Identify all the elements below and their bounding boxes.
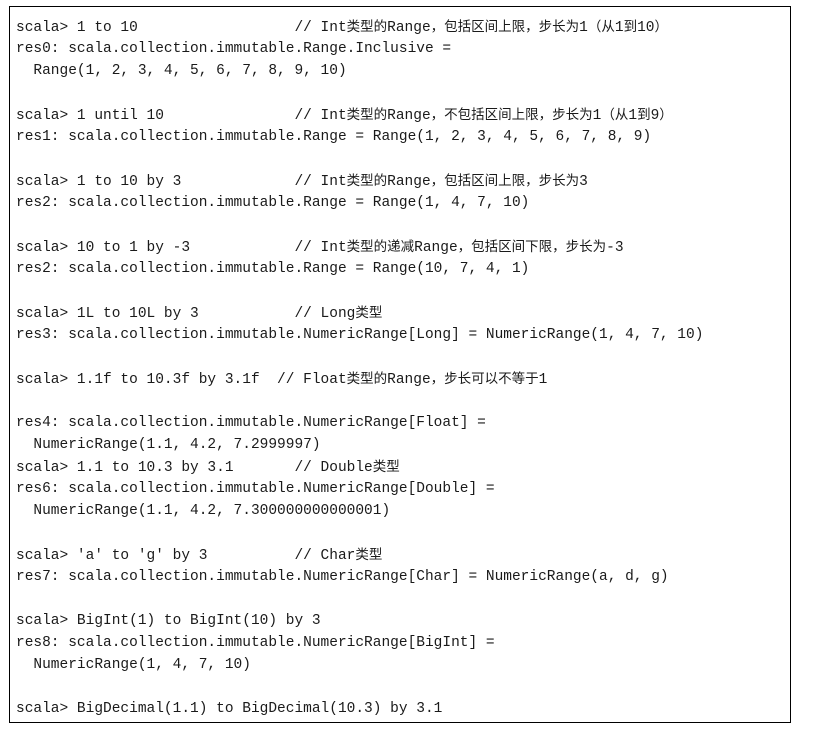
code-text: 1 (579, 20, 588, 36)
comment-text-cjk: 类型 (372, 459, 400, 475)
code-text: res8: scala.collection.immutable.Numeric… (16, 635, 495, 651)
console-text-area[interactable]: scala> 1 to 10 // Int类型的Range，包括区间上限，步长为… (10, 7, 790, 722)
console-input-line: scala> 1L to 10L by 3 // Long类型 (16, 302, 790, 324)
comment-text-cjk: 类型的递减 (346, 239, 415, 255)
code-text: scala> 'a' to 'g' by 3 // Char (16, 548, 356, 564)
code-text: scala> 1 until 10 // Int (16, 108, 347, 124)
code-text: scala> 1.1 to 10.3 by 3.1 // Double (16, 460, 373, 476)
code-text: Range (387, 174, 431, 190)
console-output-line: res1: scala.collection.immutable.Range =… (16, 126, 790, 148)
code-text: Range(1, 2, 3, 4, 5, 6, 7, 8, 9, 10) (16, 63, 347, 79)
code-text: res6: scala.collection.immutable.Numeric… (16, 481, 495, 497)
code-text: res2: scala.collection.immutable.Range =… (16, 261, 530, 277)
console-input-line: scala> 10 to 1 by -3 // Int类型的递减Range，包括… (16, 236, 790, 258)
console-input-line: scala> 1.1f to 10.3f by 3.1f // Float类型的… (16, 368, 790, 390)
console-output-line: res2: scala.collection.immutable.Range =… (16, 192, 790, 214)
code-text: 1 (538, 372, 548, 388)
code-text: scala> 1.1f to 10.3f by 3.1f // Float (16, 372, 347, 388)
code-text: res3: scala.collection.immutable.Numeric… (16, 327, 704, 343)
code-text: 1 (628, 108, 638, 124)
comment-text-cjk: 类型的 (346, 107, 388, 123)
code-text: NumericRange(1.1, 4.2, 7.2999997) (16, 437, 321, 453)
comment-text-cjk: ） (654, 19, 668, 35)
console-output-line: res6: scala.collection.immutable.Numeric… (16, 478, 790, 500)
console-input-line: scala> 'a' to 'g' by 3 // Char类型 (16, 544, 790, 566)
code-text: scala> 10 to 1 by -3 // Int (16, 240, 347, 256)
comment-text-cjk: 类型的 (346, 371, 388, 387)
comment-text-cjk: 类型的 (346, 173, 388, 189)
console-input-line: scala> 1 until 10 // Int类型的Range，不包括区间上限… (16, 104, 790, 126)
code-text: 3 (579, 174, 588, 190)
comment-text-cjk: 类型 (355, 305, 383, 321)
code-text: scala> BigDecimal(1.1) to BigDecimal(10.… (16, 701, 443, 717)
comment-text-cjk: 到 (623, 19, 638, 35)
code-text: res4: scala.collection.immutable.Numeric… (16, 415, 486, 431)
code-text: res2: scala.collection.immutable.Range =… (16, 195, 530, 211)
console-output-line: res4: scala.collection.immutable.Numeric… (16, 412, 790, 434)
console-output-line: NumericRange(1.1, 4.2, 7.2999997) (16, 434, 790, 456)
code-text: Range (387, 108, 431, 124)
code-text: scala> 1 to 10 // Int (16, 20, 347, 36)
console-output-line: res9: scala.collection.immutable.Numeric… (16, 720, 790, 722)
code-text: -3 (606, 240, 624, 256)
comment-text-cjk: （从 (587, 19, 615, 35)
code-text: res1: scala.collection.immutable.Range =… (16, 129, 652, 145)
code-text: Range (387, 372, 431, 388)
comment-text-cjk: 类型 (355, 547, 383, 563)
console-input-line: scala> 1 to 10 by 3 // Int类型的Range，包括区间上… (16, 170, 790, 192)
code-text: res0: scala.collection.immutable.Range.I… (16, 41, 452, 57)
code-text: NumericRange(1, 4, 7, 10) (16, 657, 251, 673)
console-output-line: res8: scala.collection.immutable.Numeric… (16, 632, 790, 654)
comment-text-cjk: （从 (601, 107, 629, 123)
code-text: NumericRange(1.1, 4.2, 7.300000000000001… (16, 503, 391, 519)
comment-text-cjk: 到 (637, 107, 651, 123)
code-text: Range (414, 240, 458, 256)
comment-text-cjk: ，包括区间下限，步长为 (457, 239, 607, 255)
comment-text-cjk: ，包括区间上限，步长为 (430, 173, 580, 189)
comment-text-cjk: ，不包括区间上限，步长为 (430, 107, 593, 123)
code-text: scala> 1 to 10 by 3 // Int (16, 174, 347, 190)
comment-text-cjk: ，包括区间上限，步长为 (430, 19, 580, 35)
console-output-line: res0: scala.collection.immutable.Range.I… (16, 38, 790, 60)
console-output-line: res7: scala.collection.immutable.Numeric… (16, 566, 790, 588)
code-text: 1 (614, 20, 624, 36)
comment-text-cjk: ） (659, 107, 673, 123)
code-text: scala> 1L to 10L by 3 // Long (16, 306, 356, 322)
console-output-line: res2: scala.collection.immutable.Range =… (16, 258, 790, 280)
code-text: scala> BigInt(1) to BigInt(10) by 3 (16, 613, 321, 629)
console-input-line: scala> BigInt(1) to BigInt(10) by 3 (16, 610, 790, 632)
console-output-line: NumericRange(1.1, 4.2, 7.300000000000001… (16, 500, 790, 522)
console-output-line: res3: scala.collection.immutable.Numeric… (16, 324, 790, 346)
code-text: 9 (650, 108, 660, 124)
code-text: res7: scala.collection.immutable.Numeric… (16, 569, 669, 585)
code-text: Range (387, 20, 431, 36)
code-text: 10 (637, 20, 655, 36)
console-input-line: scala> 1 to 10 // Int类型的Range，包括区间上限，步长为… (16, 16, 790, 38)
console-output-line: Range(1, 2, 3, 4, 5, 6, 7, 8, 9, 10) (16, 60, 790, 82)
console-input-line: scala> BigDecimal(1.1) to BigDecimal(10.… (16, 698, 790, 720)
comment-text-cjk: 类型的 (346, 19, 388, 35)
console-output-line: NumericRange(1, 4, 7, 10) (16, 654, 790, 676)
comment-text-cjk: ，步长可以不等于 (430, 371, 539, 387)
console-input-line: scala> 1.1 to 10.3 by 3.1 // Double类型 (16, 456, 790, 478)
console-output-frame: scala> 1 to 10 // Int类型的Range，包括区间上限，步长为… (9, 6, 791, 723)
